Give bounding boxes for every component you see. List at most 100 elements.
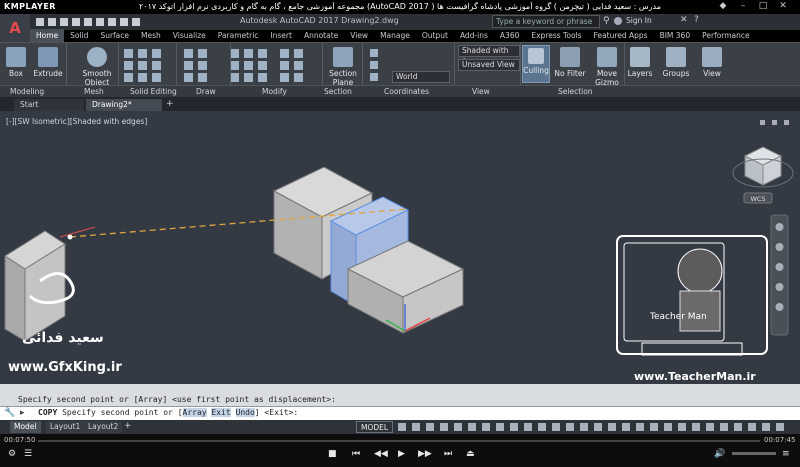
command-name: COPY <box>38 408 58 417</box>
box-icon <box>6 47 26 67</box>
section-plane-button[interactable]: Section Plane <box>328 47 358 87</box>
tab-visualize[interactable]: Visualize <box>167 29 212 42</box>
watermark-gfxking: www.GfxKing.ir <box>8 360 122 375</box>
groups-icon <box>666 47 686 67</box>
command-prompt[interactable]: COPY Specify second point or [Array Exit… <box>38 408 298 417</box>
viewport-restore-icon[interactable] <box>772 120 777 125</box>
tab-view[interactable]: View <box>344 29 374 42</box>
new-tab-icon[interactable]: + <box>166 99 174 109</box>
seek-bar[interactable] <box>38 440 760 442</box>
tool-icon-grid[interactable] <box>120 47 320 85</box>
search-input[interactable]: Type a keyword or phrase <box>492 15 600 28</box>
extrude-icon <box>38 47 58 67</box>
panel-draw[interactable]: Draw <box>196 86 216 97</box>
close-icon[interactable]: ✕ <box>776 1 790 12</box>
panel-section[interactable]: Section <box>324 86 352 97</box>
panel-coordinates[interactable]: Coordinates <box>384 86 429 97</box>
watermark-teacherman-url: www.TeacherMan.ir <box>634 370 756 383</box>
layout-tab-1[interactable]: Layout1 <box>46 421 85 433</box>
layout-tab-model[interactable]: Model <box>10 421 41 433</box>
playlist-icon[interactable]: ☰ <box>24 449 32 459</box>
time-current: 00:07:50 <box>4 436 36 444</box>
play-icon[interactable]: ▶ <box>398 449 405 459</box>
equalizer-icon[interactable]: ≡ <box>782 449 790 459</box>
extrude-button[interactable]: Extrude <box>32 47 64 78</box>
box-button[interactable]: Box <box>4 47 28 78</box>
tab-solid[interactable]: Solid <box>64 29 94 42</box>
pin-icon[interactable]: ◆ <box>716 1 730 12</box>
crosshair-x <box>59 226 96 238</box>
file-tab-drawing[interactable]: Drawing2* <box>86 99 162 111</box>
viewport-close-icon[interactable] <box>784 120 789 125</box>
option-undo[interactable]: Undo <box>235 408 255 417</box>
file-tab-start[interactable]: Start <box>14 99 84 111</box>
volume-slider[interactable] <box>732 452 776 455</box>
tab-annotate[interactable]: Annotate <box>298 29 344 42</box>
forward-icon[interactable]: ▶▶ <box>418 449 432 459</box>
rewind-icon[interactable]: ◀◀ <box>374 449 388 459</box>
culling-icon <box>528 48 544 64</box>
panel-mesh[interactable]: Mesh <box>84 86 104 97</box>
add-layout-icon[interactable]: + <box>124 421 132 431</box>
no-filter-button[interactable]: No Filter <box>554 47 586 78</box>
tab-output[interactable]: Output <box>416 29 454 42</box>
named-view-dropdown[interactable]: Unsaved View <box>458 59 520 71</box>
settings-icon[interactable]: ⚙ <box>8 449 16 459</box>
panel-selection[interactable]: Selection <box>558 86 593 97</box>
viewport-minimize-icon[interactable] <box>760 120 765 125</box>
next-icon[interactable]: ⏭ <box>444 449 452 459</box>
status-toggles[interactable] <box>396 422 796 432</box>
kmplayer-logo[interactable]: KMPLAYER <box>4 2 56 11</box>
panel-solid-editing[interactable]: Solid Editing <box>130 86 177 97</box>
tab-a360[interactable]: A360 <box>494 29 525 42</box>
stop-icon[interactable]: ■ <box>328 449 337 459</box>
previous-icon[interactable]: ⏮ <box>352 449 360 459</box>
wrench-icon[interactable]: 🔧 <box>4 408 15 418</box>
tab-mesh[interactable]: Mesh <box>135 29 167 42</box>
tab-parametric[interactable]: Parametric <box>212 29 265 42</box>
tab-featured-apps[interactable]: Featured Apps <box>588 29 654 42</box>
section-plane-icon <box>333 47 353 67</box>
tab-home[interactable]: Home <box>30 29 65 42</box>
viewport-controls-label[interactable]: [-][SW Isometric][Shaded with edges] <box>6 117 147 126</box>
tab-performance[interactable]: Performance <box>696 29 756 42</box>
ucs-world-dropdown[interactable]: World <box>392 71 450 83</box>
prompt-end: ] <Exit>: <box>254 408 299 417</box>
view-button[interactable]: View <box>698 47 726 78</box>
visual-style-dropdown[interactable]: Shaded with e... <box>458 45 520 65</box>
filter-icon <box>560 47 580 67</box>
volume-icon[interactable]: 🔊 <box>714 449 725 459</box>
help-icon[interactable]: ? <box>694 15 699 25</box>
tab-express-tools[interactable]: Express Tools <box>525 29 587 42</box>
move-gizmo-button[interactable]: Move Gizmo <box>592 47 622 87</box>
tab-bim360[interactable]: BIM 360 <box>654 29 697 42</box>
tab-manage[interactable]: Manage <box>374 29 416 42</box>
groups-button[interactable]: Groups <box>662 47 690 78</box>
smooth-object-button[interactable]: Smooth Object <box>80 47 114 87</box>
model-space-button[interactable]: MODEL <box>356 421 394 433</box>
maximize-icon[interactable]: □ <box>756 1 770 12</box>
signin-link[interactable]: Sign In <box>626 16 652 25</box>
culling-button[interactable]: Culling <box>522 45 550 83</box>
exchange-icon[interactable]: ✕ <box>680 15 688 25</box>
layout-tab-2[interactable]: Layout2 <box>84 421 123 433</box>
panel-modeling[interactable]: Modeling <box>10 86 44 97</box>
tab-add-ins[interactable]: Add-ins <box>454 29 494 42</box>
navigation-bar[interactable] <box>770 214 789 336</box>
tab-insert[interactable]: Insert <box>264 29 298 42</box>
option-exit[interactable]: Exit <box>211 408 231 417</box>
binoculars-icon[interactable]: ⚲ <box>603 16 610 26</box>
panel-modify[interactable]: Modify <box>262 86 287 97</box>
block-left-side <box>4 255 26 342</box>
base-point-marker <box>67 234 73 240</box>
quick-access-toolbar[interactable] <box>34 17 214 27</box>
ucs-tools[interactable] <box>368 47 388 85</box>
smooth-object-icon <box>87 47 107 67</box>
eject-icon[interactable]: ⏏ <box>466 449 475 459</box>
layers-button[interactable]: Layers <box>626 47 654 78</box>
application-menu-button[interactable]: A <box>0 14 30 42</box>
panel-view[interactable]: View <box>472 86 490 97</box>
tab-surface[interactable]: Surface <box>94 29 135 42</box>
option-array[interactable]: Array <box>182 408 207 417</box>
minimize-icon[interactable]: – <box>736 1 750 12</box>
